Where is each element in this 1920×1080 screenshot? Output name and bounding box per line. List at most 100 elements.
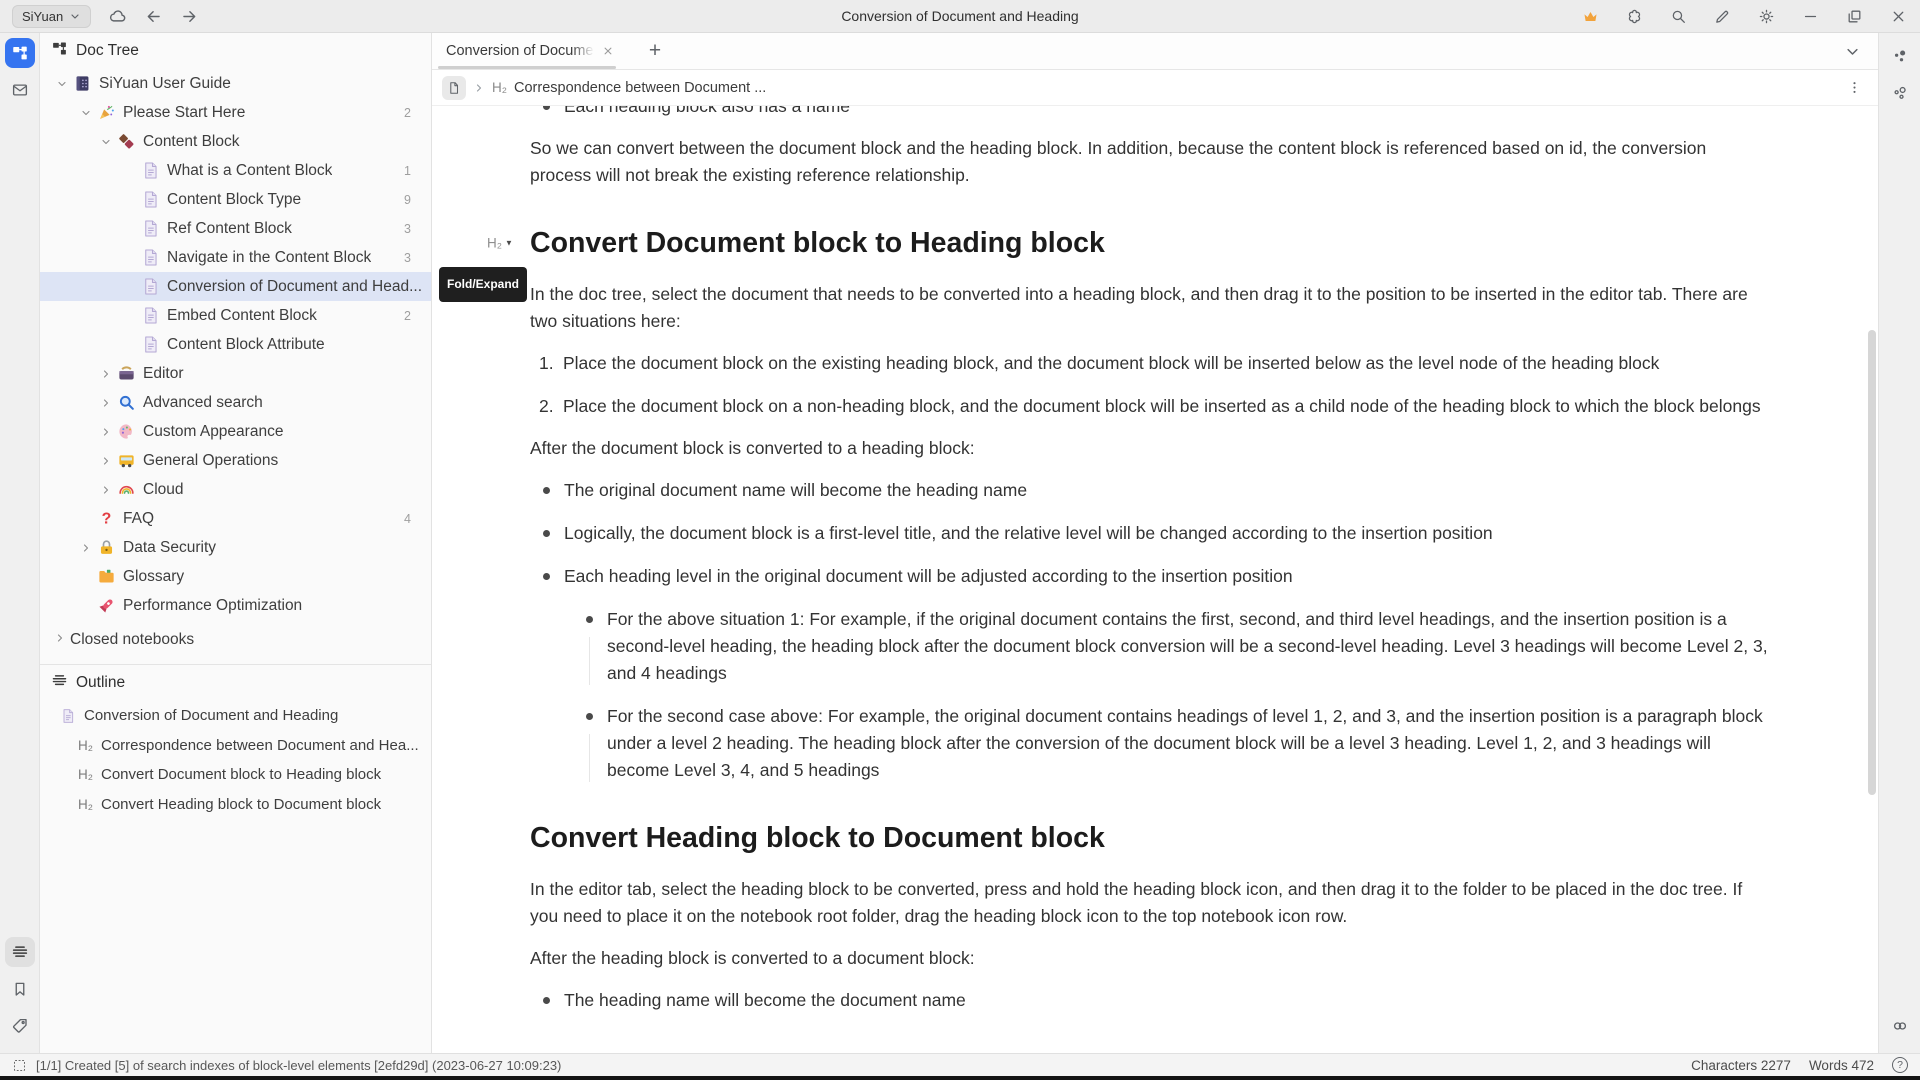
more-menu-icon[interactable] [1844, 78, 1864, 98]
tab-conversion-of-document[interactable]: Conversion of Document and Heading [432, 33, 626, 69]
theme-icon[interactable] [1756, 6, 1776, 26]
list-item[interactable]: For the above situation 1: For example, … [573, 606, 1771, 687]
doctree-item[interactable]: Conversion of Document and Head... [40, 272, 431, 301]
edit-icon[interactable] [1712, 6, 1732, 26]
new-tab-button[interactable]: + [640, 36, 670, 66]
workspace-menu-button[interactable]: SiYuan [12, 5, 91, 28]
dock-inbox-button[interactable] [5, 75, 35, 105]
outline-item[interactable]: H₂Convert Document block to Heading bloc… [40, 760, 431, 790]
doctree-item[interactable]: SiYuan User Guide [40, 69, 431, 98]
doctree-item[interactable]: Cloud [40, 475, 431, 504]
forward-icon[interactable] [179, 6, 199, 26]
list-item-text[interactable]: Each heading level in the original docum… [564, 563, 1771, 590]
heading-level-badge: H₂ [78, 767, 93, 782]
doctree-item[interactable]: Ref Content Block3 [40, 214, 431, 243]
outline-item[interactable]: H₂Convert Heading block to Document bloc… [40, 790, 431, 820]
doctree-item[interactable]: Custom Appearance [40, 417, 431, 446]
doctree-item[interactable]: Glossary [40, 562, 431, 591]
doctree-item[interactable]: ?FAQ4 [40, 504, 431, 533]
outline-item[interactable]: Conversion of Document and Heading [40, 701, 431, 731]
doctree-item[interactable]: Content Block [40, 127, 431, 156]
paragraph-block[interactable]: In the doc tree, select the document tha… [530, 281, 1771, 335]
list-item[interactable]: The original document name will become t… [530, 477, 1771, 504]
doctree-item-label: SiYuan User Guide [99, 75, 231, 93]
outline-panel-header[interactable]: Outline [40, 665, 431, 701]
doctree-item[interactable]: What is a Content Block1 [40, 156, 431, 185]
doctree-item[interactable]: Data Security [40, 533, 431, 562]
workspace: Doc Tree SiYuan User Guide Please Start H… [0, 33, 1920, 1053]
list-item-text[interactable]: Place the document block on the existing… [563, 350, 1771, 377]
outline-item[interactable]: H₂Correspondence between Document and He… [40, 731, 431, 761]
dock-doc-tree-button[interactable] [5, 38, 35, 68]
editor-content[interactable]: Each heading block also has a name So we … [432, 106, 1878, 1053]
list-item[interactable]: The heading name will become the documen… [530, 987, 1771, 1014]
paragraph-block[interactable]: After the heading block is converted to … [530, 945, 1771, 972]
doctree-item[interactable]: Navigate in the Content Block3 [40, 243, 431, 272]
help-icon[interactable]: ? [1892, 1057, 1908, 1073]
list-item-text[interactable]: Place the document block on a non-headin… [563, 393, 1771, 420]
dock-backlinks-button[interactable] [1885, 1011, 1915, 1041]
crown-icon[interactable] [1580, 6, 1600, 26]
back-icon[interactable] [143, 6, 163, 26]
document-icon[interactable] [442, 76, 466, 100]
dock-global-graph-button[interactable] [1885, 78, 1915, 108]
list-item[interactable]: Each heading block also has a name [530, 106, 1771, 120]
list-item-text[interactable]: Each heading block also has a name [564, 106, 1771, 120]
doctree-item[interactable]: Embed Content Block2 [40, 301, 431, 330]
list-item[interactable]: 2.Place the document block on a non-head… [530, 393, 1771, 420]
doctree-item[interactable]: Advanced search [40, 388, 431, 417]
left-dock [0, 33, 40, 1053]
editor-scrollbar[interactable] [1868, 330, 1876, 795]
doctree-item[interactable]: General Operations [40, 446, 431, 475]
minimize-icon[interactable] [1800, 6, 1820, 26]
doctree-item[interactable]: Please Start Here2 [40, 98, 431, 127]
fold-arrow-icon[interactable]: ▼ [505, 230, 513, 257]
doctree-item[interactable]: Content Block Attribute [40, 330, 431, 359]
side-panel: Doc Tree SiYuan User Guide Please Start H… [40, 33, 432, 1053]
paragraph-block[interactable]: So we can convert between the document b… [530, 135, 1771, 189]
chevron-down-icon[interactable] [52, 74, 72, 94]
dock-bookmark-button[interactable] [5, 974, 35, 1004]
chevron-right-icon[interactable] [96, 422, 116, 442]
list-item-text[interactable]: The original document name will become t… [564, 477, 1771, 504]
dock-outline-button[interactable] [5, 937, 35, 967]
chevron-down-icon[interactable] [96, 132, 116, 152]
heading-block[interactable]: H₂▼Convert Document block to Heading blo… [530, 224, 1771, 262]
search-icon[interactable] [1668, 6, 1688, 26]
doctree-item[interactable]: Performance Optimization [40, 591, 431, 620]
chevron-right-icon[interactable] [96, 393, 116, 413]
list-item-text[interactable]: For the second case above: For example, … [607, 703, 1771, 784]
bullet-list-block: For the above situation 1: For example, … [530, 606, 1771, 784]
doctree-item[interactable]: Editor [40, 359, 431, 388]
close-icon[interactable] [1888, 6, 1908, 26]
heading-gutter[interactable]: H₂▼ [487, 230, 513, 257]
list-item[interactable]: Each heading level in the original docum… [530, 563, 1771, 590]
chevron-right-icon[interactable] [96, 480, 116, 500]
doctree-item[interactable]: Content Block Type9 [40, 185, 431, 214]
maximize-icon[interactable] [1844, 6, 1864, 26]
list-item-text[interactable]: For the above situation 1: For example, … [607, 606, 1771, 687]
tab-list-chevron-icon[interactable] [1842, 41, 1862, 61]
closed-notebooks-toggle[interactable]: Closed notebooks [40, 624, 431, 656]
list-item[interactable]: 1.Place the document block on the existi… [530, 350, 1771, 377]
dock-tag-button[interactable] [5, 1011, 35, 1041]
plugin-icon[interactable] [1624, 6, 1644, 26]
heading-block[interactable]: Convert Heading block to Document block [530, 819, 1771, 857]
paragraph-block[interactable]: In the editor tab, select the heading bl… [530, 876, 1771, 930]
breadcrumb-heading-label[interactable]: Correspondence between Document ... [514, 80, 766, 96]
dock-graph-button[interactable] [1885, 41, 1915, 71]
list-item[interactable]: For the second case above: For example, … [573, 703, 1771, 784]
list-item-text[interactable]: The heading name will become the documen… [564, 987, 1771, 1014]
chevron-right-icon[interactable] [76, 538, 96, 558]
heading-text[interactable]: Convert Heading block to Document block [530, 819, 1771, 857]
doc-tree-panel-header[interactable]: Doc Tree [40, 33, 431, 69]
list-item-text[interactable]: Logically, the document block is a first… [564, 520, 1771, 547]
chevron-right-icon[interactable] [96, 364, 116, 384]
chevron-down-icon[interactable] [76, 103, 96, 123]
tab-close-icon[interactable] [600, 43, 616, 59]
heading-text[interactable]: Convert Document block to Heading block [530, 224, 1771, 262]
list-item[interactable]: Logically, the document block is a first… [530, 520, 1771, 547]
paragraph-block[interactable]: After the document block is converted to… [530, 435, 1771, 462]
cloud-icon[interactable] [107, 6, 127, 26]
chevron-right-icon[interactable] [96, 451, 116, 471]
